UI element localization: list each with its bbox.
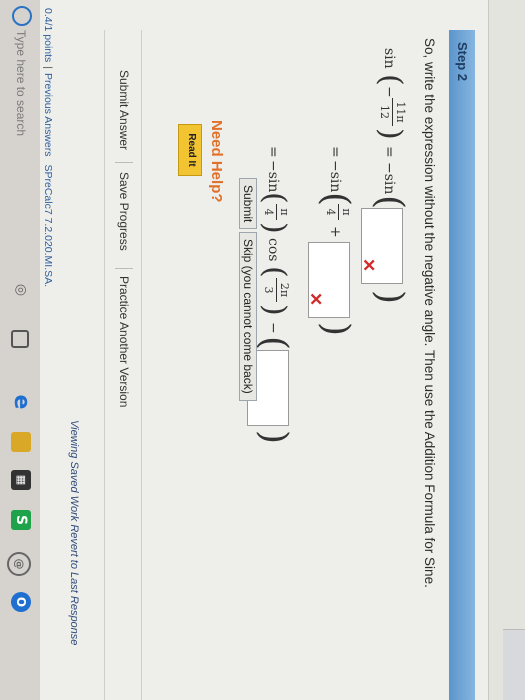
file-explorer-icon[interactable] xyxy=(11,432,31,452)
minus-sign: − xyxy=(381,86,397,98)
need-help-heading: Need Help? xyxy=(208,120,225,203)
viewing-saved-work-link[interactable]: Viewing Saved Work Revert to Last Respon… xyxy=(68,420,80,645)
store-icon[interactable]: ▦ xyxy=(11,470,31,490)
incorrect-icon: ✕ xyxy=(359,258,378,273)
fraction-denominator: 12 xyxy=(378,105,391,119)
top-toolbar xyxy=(488,0,525,700)
divider xyxy=(115,162,133,163)
paren-close: ) xyxy=(253,430,294,445)
edge-browser-icon[interactable]: e xyxy=(9,392,34,412)
step-label: Step 2 xyxy=(455,42,470,82)
fraction-pi-4: π 4 xyxy=(324,204,353,220)
save-progress-button[interactable]: Save Progress xyxy=(117,172,131,251)
fraction-numerator: 11π xyxy=(394,101,407,123)
fraction-numerator: 2π xyxy=(278,282,291,298)
equals-sign: = xyxy=(265,146,281,158)
round-app-icon[interactable]: O xyxy=(11,592,31,612)
fraction-numerator: π xyxy=(278,208,291,216)
problem-id: SPreCalc7 7.2.020.MI.SA. xyxy=(42,164,54,288)
taskbar-search-input[interactable]: Type here to search xyxy=(14,30,28,136)
plus-sign: + xyxy=(327,226,343,238)
paren-open: ( xyxy=(369,195,410,210)
task-view-icon[interactable] xyxy=(11,330,29,348)
equals-sign: = xyxy=(327,146,343,158)
skip-button[interactable]: Skip (you cannot come back) xyxy=(239,232,257,401)
fraction-pi-4: π 4 xyxy=(262,204,291,220)
neg-sin-label: −sin xyxy=(327,160,343,193)
cos-label: cos xyxy=(265,238,281,262)
cortana-icon[interactable] xyxy=(12,6,32,26)
paren-close: ) xyxy=(315,322,356,337)
previous-answers-link[interactable]: Previous Answers xyxy=(42,73,54,156)
webassign-page: Step 2 So, write the expression without … xyxy=(0,0,525,700)
neg-sin-label: −sin xyxy=(265,160,281,193)
windows-taskbar: Type here to search ◎ e ▦ S @ O xyxy=(0,0,40,700)
paren-close: ) xyxy=(257,304,292,316)
paren-open: ( xyxy=(373,74,408,86)
paren-close: ) xyxy=(257,222,292,234)
paren-close: ) xyxy=(369,290,410,305)
equals-sign: = xyxy=(381,146,397,158)
fraction-11pi-12: 11π 12 xyxy=(378,98,407,126)
answer-input-1[interactable] xyxy=(361,208,403,284)
paren-open: ( xyxy=(257,266,292,278)
fraction-2pi-3: 2π 3 xyxy=(262,278,291,302)
answer-input-2[interactable] xyxy=(308,242,350,318)
divider xyxy=(115,268,133,269)
points-value: 0.4/1 points xyxy=(42,8,54,63)
rotated-screen: Step 2 So, write the expression without … xyxy=(0,0,525,700)
submit-button[interactable]: Submit xyxy=(239,178,257,230)
practice-another-version-button[interactable]: Practice Another Version xyxy=(117,276,131,407)
top-right-tab[interactable] xyxy=(503,629,525,700)
submit-answer-button[interactable]: Submit Answer xyxy=(117,70,131,150)
neg-sin-label: −sin xyxy=(381,162,397,195)
fraction-numerator: π xyxy=(340,208,353,216)
fraction-denominator: 4 xyxy=(262,208,275,216)
paren-open: ( xyxy=(257,192,292,204)
paren-open: ( xyxy=(253,336,294,351)
app-s-icon[interactable]: S xyxy=(11,510,31,530)
read-it-button[interactable]: Read It xyxy=(178,124,202,176)
minus-sign: − xyxy=(265,322,281,334)
at-sign-icon[interactable]: @ xyxy=(7,552,31,576)
points-status: 0.4/1 points|Previous AnswersSPreCalc7 7… xyxy=(42,8,54,288)
sin-label: sin xyxy=(381,48,397,69)
fraction-denominator: 4 xyxy=(324,208,337,216)
microphone-icon[interactable]: ◎ xyxy=(11,280,31,300)
photo-frame: Step 2 So, write the expression without … xyxy=(0,0,525,700)
step-instruction: So, write the expression without the neg… xyxy=(422,38,437,588)
step-header: Step 2 xyxy=(449,30,475,700)
incorrect-icon: ✕ xyxy=(306,292,325,307)
paren-close: ) xyxy=(373,128,408,140)
fraction-denominator: 3 xyxy=(262,286,275,294)
footer-actions: Submit Answer Save Progress Practice Ano… xyxy=(104,30,142,700)
